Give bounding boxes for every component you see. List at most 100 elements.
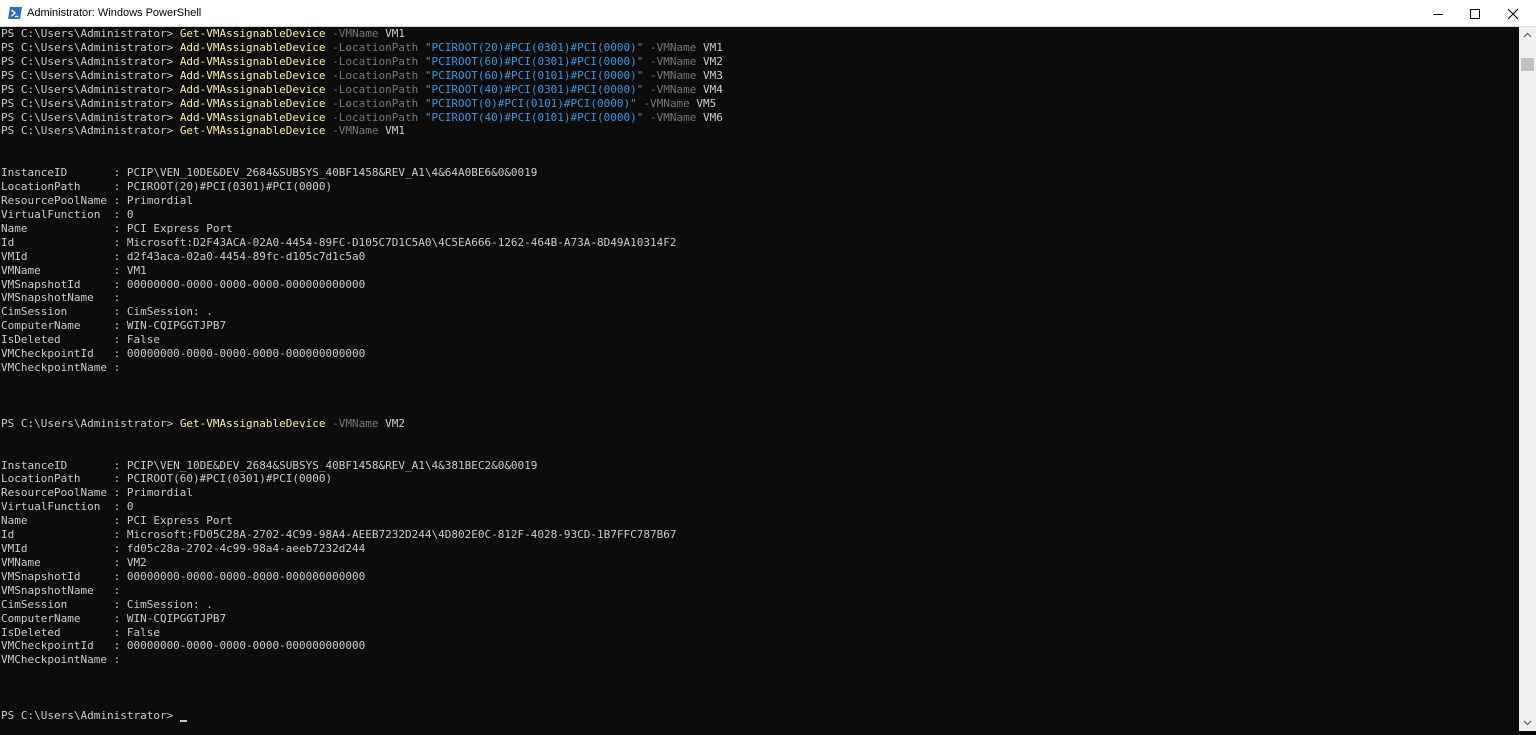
parameter-text: -VMName xyxy=(643,54,697,68)
parameter-text: -VMName xyxy=(636,96,690,110)
console-line: LocationPath : PCIROOT(60)#PCI(0301)#PCI… xyxy=(1,472,332,486)
output-text: VMSnapshotName : xyxy=(1,291,121,305)
output-text: VMCheckpointId : 00000000-0000-0000-0000… xyxy=(1,639,366,653)
scroll-down-button[interactable] xyxy=(1519,714,1536,731)
scroll-up-button[interactable] xyxy=(1519,27,1536,44)
console-line: VirtualFunction : 0 xyxy=(1,500,133,514)
console-line: InstanceID : PCIP\VEN_10DE&DEV_2684&SUBS… xyxy=(1,459,537,473)
output-text: ResourcePoolName : Primordial xyxy=(1,194,194,208)
string-text: "PCIROOT(20)#PCI(0301)#PCI(0000)" xyxy=(418,40,644,54)
console-line: VMSnapshotName : xyxy=(1,291,120,305)
console-line: VMId : fd05c28a-2702-4c99-98a4-aeeb7232d… xyxy=(1,542,365,556)
output-text: PS C:\Users\Administrator> xyxy=(1,27,180,40)
console-line: PS C:\Users\Administrator> Add-VMAssigna… xyxy=(1,69,723,83)
string-text: "PCIROOT(40)#PCI(0301)#PCI(0000)" xyxy=(418,82,644,96)
output-text: VMCheckpointName : xyxy=(1,653,121,667)
console-output[interactable]: PS C:\Users\Administrator> Get-VMAssigna… xyxy=(0,27,1519,731)
output-text: VirtualFunction : 0 xyxy=(1,207,134,221)
console-line: PS C:\Users\Administrator> Add-VMAssigna… xyxy=(1,83,723,97)
output-text: Name : PCI Express Port xyxy=(1,221,233,235)
close-button[interactable] xyxy=(1490,0,1536,27)
command-text: Add-VMAssignableDevice xyxy=(179,68,326,82)
console-line: ComputerName : WIN-CQIPGGTJPB7 xyxy=(1,612,226,626)
parameter-text: -LocationPath xyxy=(325,110,419,124)
console-line: PS C:\Users\Administrator> Get-VMAssigna… xyxy=(1,417,405,431)
parameter-text: -VMName xyxy=(325,416,379,430)
output-text: ComputerName : WIN-CQIPGGTJPB7 xyxy=(1,319,227,333)
output-text: VM5 xyxy=(689,96,717,110)
close-icon xyxy=(1507,8,1519,20)
output-text: VM3 xyxy=(696,68,723,82)
output-text: LocationPath : PCIROOT(60)#PCI(0301)#PCI… xyxy=(1,472,333,486)
console-line: VMSnapshotId : 00000000-0000-0000-0000-0… xyxy=(1,278,365,292)
output-text: VM1 xyxy=(696,40,723,54)
text-cursor xyxy=(179,720,187,723)
chevron-up-icon xyxy=(1523,32,1532,38)
output-text: VMId : fd05c28a-2702-4c99-98a4-aeeb7232d… xyxy=(1,542,366,556)
output-text: PS C:\Users\Administrator> xyxy=(1,40,180,54)
parameter-text: -LocationPath xyxy=(325,96,419,110)
scroll-thumb[interactable] xyxy=(1521,58,1534,71)
output-text: PS C:\Users\Administrator> xyxy=(1,709,180,723)
console-line: PS C:\Users\Administrator> Add-VMAssigna… xyxy=(1,55,723,69)
console-line: VMName : VM1 xyxy=(1,264,147,278)
output-text: VMId : d2f43aca-02a0-4454-89fc-d105c7d1c… xyxy=(1,249,366,263)
string-text: "PCIROOT(60)#PCI(0101)#PCI(0000)" xyxy=(418,68,644,82)
console-line: VirtualFunction : 0 xyxy=(1,208,133,222)
command-text: Get-VMAssignableDevice xyxy=(179,27,326,40)
window-title: Administrator: Windows PowerShell xyxy=(27,7,202,19)
command-text: Add-VMAssignableDevice xyxy=(179,96,326,110)
console-line: Id : Microsoft:D2F43ACA-02A0-4454-89FC-D… xyxy=(1,236,677,250)
console-line: VMId : d2f43aca-02a0-4454-89fc-d105c7d1c… xyxy=(1,250,365,264)
output-text: VM4 xyxy=(696,82,723,96)
string-text: "PCIROOT(0)#PCI(0101)#PCI(0000)" xyxy=(418,96,637,110)
console-line: InstanceID : PCIP\VEN_10DE&DEV_2684&SUBS… xyxy=(1,166,537,180)
console-line: CimSession : CimSession: . xyxy=(1,598,213,612)
output-text: IsDeleted : False xyxy=(1,333,160,347)
command-text: Add-VMAssignableDevice xyxy=(179,82,326,96)
console-line: Name : PCI Express Port xyxy=(1,514,233,528)
console-line: PS C:\Users\Administrator> Add-VMAssigna… xyxy=(1,97,716,111)
parameter-text: -VMName xyxy=(325,124,379,138)
output-text: PS C:\Users\Administrator> xyxy=(1,82,180,96)
output-text: VM2 xyxy=(378,416,405,430)
minimize-icon xyxy=(1433,14,1443,15)
command-text: Add-VMAssignableDevice xyxy=(179,110,326,124)
output-text: PS C:\Users\Administrator> xyxy=(1,124,180,138)
parameter-text: -LocationPath xyxy=(325,40,419,54)
console-line: VMName : VM2 xyxy=(1,556,147,570)
output-text: VMSnapshotId : 00000000-0000-0000-0000-0… xyxy=(1,277,366,291)
console-line: PS C:\Users\Administrator> Get-VMAssigna… xyxy=(1,124,405,138)
console-line: VMCheckpointId : 00000000-0000-0000-0000… xyxy=(1,347,365,361)
output-text: PS C:\Users\Administrator> xyxy=(1,416,180,430)
parameter-text: -VMName xyxy=(325,27,379,40)
output-text: Name : PCI Express Port xyxy=(1,514,233,528)
output-text: VM6 xyxy=(696,110,723,124)
output-text: ComputerName : WIN-CQIPGGTJPB7 xyxy=(1,611,227,625)
output-text: PS C:\Users\Administrator> xyxy=(1,110,180,124)
output-text: IsDeleted : False xyxy=(1,625,160,639)
parameter-text: -VMName xyxy=(643,110,697,124)
console-line: IsDeleted : False xyxy=(1,333,160,347)
output-text: VMCheckpointName : xyxy=(1,361,121,375)
parameter-text: -VMName xyxy=(643,68,697,82)
vertical-scrollbar[interactable] xyxy=(1519,27,1536,731)
output-text: VMSnapshotName : xyxy=(1,583,121,597)
string-text: "PCIROOT(60)#PCI(0301)#PCI(0000)" xyxy=(418,54,644,68)
console-line: PS C:\Users\Administrator> Add-VMAssigna… xyxy=(1,111,723,125)
parameter-text: -LocationPath xyxy=(325,68,419,82)
console-line: ResourcePoolName : Primordial xyxy=(1,486,193,500)
output-text: VMSnapshotId : 00000000-0000-0000-0000-0… xyxy=(1,569,366,583)
console-line: PS C:\Users\Administrator> Get-VMAssigna… xyxy=(1,27,405,41)
output-text: VMName : VM1 xyxy=(1,263,147,277)
title-bar[interactable]: Administrator: Windows PowerShell xyxy=(0,0,1536,27)
powershell-icon xyxy=(8,7,22,19)
string-text: "PCIROOT(40)#PCI(0101)#PCI(0000)" xyxy=(418,110,644,124)
output-text: VirtualFunction : 0 xyxy=(1,500,134,514)
output-text: CimSession : CimSession: . xyxy=(1,305,213,319)
console-line: PS C:\Users\Administrator> xyxy=(1,709,187,723)
console-line: VMSnapshotId : 00000000-0000-0000-0000-0… xyxy=(1,570,365,584)
command-text: Get-VMAssignableDevice xyxy=(179,416,326,430)
command-text: Get-VMAssignableDevice xyxy=(179,124,326,138)
output-text: VM1 xyxy=(378,124,405,138)
